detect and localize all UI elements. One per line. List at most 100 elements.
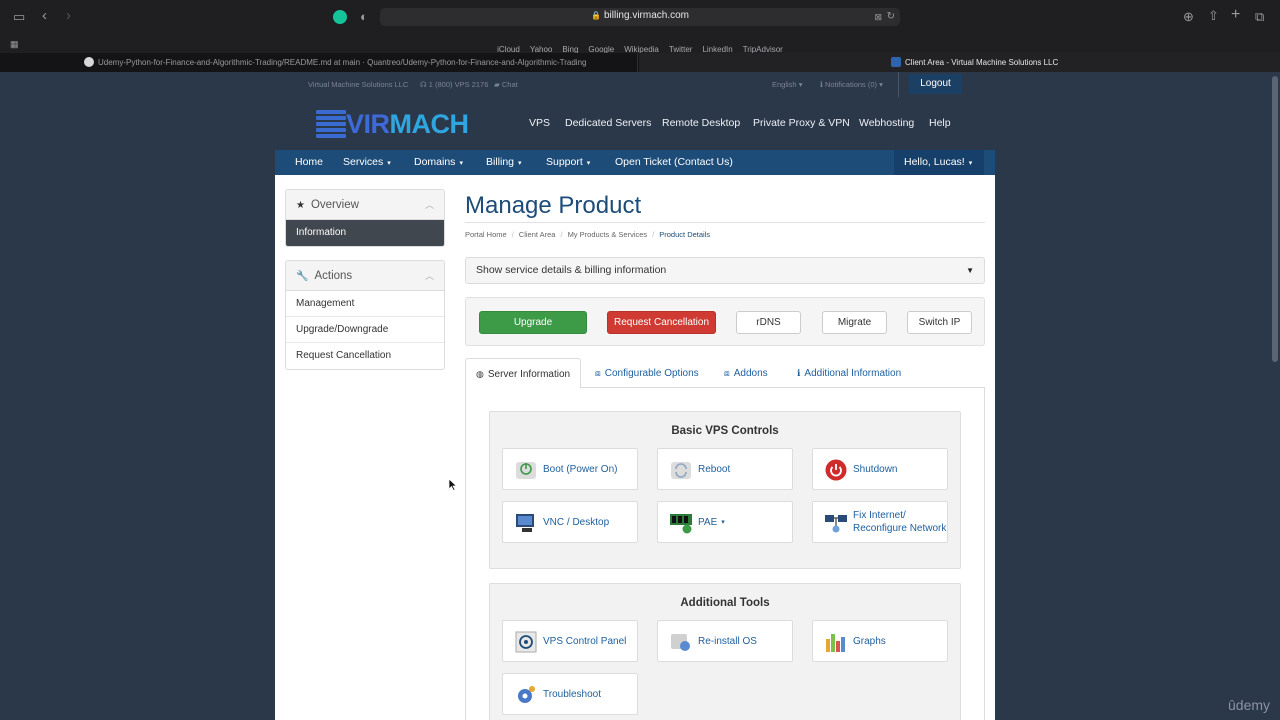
virmach-logo[interactable]: VIRMACH bbox=[316, 109, 469, 139]
panel-header[interactable]: ★ Overview ︿ bbox=[286, 190, 444, 220]
info-icon: ℹ bbox=[797, 368, 801, 378]
address-bar[interactable]: 🔒 billing.virmach.com ⊠ ↻ bbox=[380, 8, 900, 26]
reload-icon[interactable]: ↻ bbox=[887, 10, 895, 24]
sidebar-item-request-cancellation[interactable]: Request Cancellation bbox=[286, 343, 444, 369]
power-on-icon bbox=[516, 462, 536, 479]
mainnav-dedicated-servers[interactable]: Dedicated Servers bbox=[565, 117, 651, 129]
sidebar-item-management[interactable]: Management bbox=[286, 291, 444, 317]
new-tab-icon[interactable]: + bbox=[1231, 7, 1240, 23]
sidebar-item-upgrade-downgrade[interactable]: Upgrade/Downgrade bbox=[286, 317, 444, 343]
mainnav-webhosting[interactable]: Webhosting bbox=[859, 117, 914, 129]
service-details-toggle[interactable]: Show service details & billing informati… bbox=[465, 257, 985, 284]
nav-open-ticket[interactable]: Open Ticket (Contact Us) bbox=[615, 156, 733, 168]
chevron-up-icon: ︿ bbox=[424, 200, 434, 210]
browser-tab-virmach[interactable]: Client Area - Virtual Machine Solutions … bbox=[639, 53, 1280, 72]
page-title: Manage Product bbox=[465, 192, 642, 219]
troubleshoot-button[interactable]: Troubleshoot bbox=[502, 673, 638, 715]
breadcrumb-client-area[interactable]: Client Area bbox=[519, 230, 556, 239]
boot-button[interactable]: Boot (Power On) bbox=[502, 448, 638, 490]
logout-button[interactable]: Logout bbox=[909, 74, 962, 94]
share-icon[interactable]: ⇧ bbox=[1208, 9, 1219, 23]
nav-home[interactable]: Home bbox=[295, 156, 323, 168]
rdns-button[interactable]: rDNS bbox=[736, 311, 801, 334]
mainnav-remote-desktop[interactable]: Remote Desktop bbox=[662, 117, 740, 129]
nav-support[interactable]: Support ▾ bbox=[546, 156, 590, 168]
reinstall-disk-icon bbox=[671, 634, 690, 651]
logo-text-vir: VIR bbox=[346, 109, 390, 139]
nav-services[interactable]: Services ▾ bbox=[343, 156, 391, 168]
caret-down-icon: ▼ bbox=[966, 266, 974, 275]
reinstall-os-button[interactable]: Re-install OS bbox=[657, 620, 793, 662]
headset-icon: ☊ bbox=[420, 80, 429, 89]
page-scrollbar[interactable] bbox=[1272, 76, 1278, 362]
github-icon bbox=[84, 56, 94, 67]
udemy-watermark: ûdemy bbox=[1228, 697, 1271, 713]
wrench-icon: 🔧 bbox=[296, 271, 309, 282]
grammarly-icon[interactable] bbox=[333, 10, 347, 24]
fix-network-button[interactable]: Fix Internet/Reconfigure Network bbox=[812, 501, 948, 543]
tab-configurable-options[interactable]: ⧈ Configurable Options bbox=[595, 358, 699, 388]
product-tabs: ◍ Server Information ⧈ Configurable Option… bbox=[465, 358, 985, 389]
tab-additional-information[interactable]: ℹ Additional Information bbox=[797, 358, 901, 388]
mainnav-proxy-vpn[interactable]: Private Proxy & VPN bbox=[753, 117, 850, 129]
mainnav-help[interactable]: Help bbox=[929, 117, 951, 129]
breadcrumb-portal-home[interactable]: Portal Home bbox=[465, 230, 507, 239]
sidebar-toggle-icon[interactable]: ▭ bbox=[13, 10, 25, 24]
power-off-icon bbox=[825, 459, 847, 481]
client-navbar: Home Services ▾ Domains ▾ Billing ▾ Support… bbox=[275, 150, 995, 175]
sidebar-actions-panel: 🔧 Actions ︿ Management Upgrade/Downgrade R… bbox=[285, 260, 445, 370]
pae-dropdown[interactable]: PAE ▾ bbox=[657, 501, 793, 543]
mainnav-vps[interactable]: VPS bbox=[529, 117, 550, 129]
tab-server-information[interactable]: ◍ Server Information bbox=[465, 358, 582, 389]
tab-title: Udemy-Python-for-Finance-and-Algorithmic… bbox=[98, 58, 587, 67]
notifications-menu[interactable]: ℹ Notifications (0) ▾ bbox=[820, 80, 883, 89]
chevron-down-icon: ▾ bbox=[518, 160, 522, 167]
troubleshoot-gear-icon bbox=[518, 686, 535, 703]
browser-tab-github[interactable]: Udemy-Python-for-Finance-and-Algorithmic… bbox=[0, 53, 638, 72]
memory-chip-icon bbox=[670, 514, 692, 534]
translate-icon[interactable]: ⊠ bbox=[874, 10, 882, 24]
user-menu[interactable]: Hello, Lucas! ▾ bbox=[894, 150, 984, 175]
site-top-strip: Virtual Machine Solutions LLC ☊ 1 (800) … bbox=[0, 72, 1280, 97]
tab-addons[interactable]: ⧈ Addons bbox=[724, 358, 768, 388]
request-cancellation-button[interactable]: Request Cancellation bbox=[607, 311, 716, 334]
cubes-icon: ⧈ bbox=[724, 368, 730, 378]
action-buttons-well: Upgrade Request Cancellation rDNS Migrat… bbox=[465, 297, 985, 346]
nav-billing[interactable]: Billing ▾ bbox=[486, 156, 522, 168]
mouse-cursor-icon bbox=[449, 479, 457, 491]
nav-domains[interactable]: Domains ▾ bbox=[414, 156, 463, 168]
back-icon[interactable]: ‹ bbox=[42, 8, 47, 23]
logo-text-mach: MACH bbox=[389, 109, 470, 139]
shutdown-button[interactable]: Shutdown bbox=[812, 448, 948, 490]
control-panel-icon bbox=[515, 631, 537, 653]
switch-ip-button[interactable]: Switch IP bbox=[907, 311, 972, 334]
forward-icon[interactable]: › bbox=[66, 8, 71, 23]
bar-graph-icon bbox=[826, 634, 845, 652]
migrate-button[interactable]: Migrate bbox=[822, 311, 887, 334]
tab-title: Client Area - Virtual Machine Solutions … bbox=[905, 58, 1059, 67]
panel-header[interactable]: 🔧 Actions ︿ bbox=[286, 261, 444, 291]
language-select[interactable]: English ▾ bbox=[772, 80, 802, 89]
privacy-shield-icon[interactable]: ◐ bbox=[360, 10, 368, 24]
main-content: ★ Overview ︿ Information 🔧 Actions ︿ Managem… bbox=[275, 175, 995, 720]
vps-control-panel-button[interactable]: VPS Control Panel bbox=[502, 620, 638, 662]
section-title: Basic VPS Controls bbox=[671, 425, 779, 437]
chevron-down-icon: ▾ bbox=[968, 160, 973, 167]
download-icon[interactable]: ⊕ bbox=[1183, 10, 1194, 24]
user-greeting: Hello, Lucas! bbox=[904, 156, 965, 168]
browser-toolbar: ▭ ‹ › ◐ 🔒 billing.virmach.com ⊠ ↻ ⊕ ⇧ + ⧉ bbox=[0, 0, 1280, 34]
sidebar-item-information[interactable]: Information bbox=[286, 220, 444, 246]
chat-link[interactable]: ▰ Chat bbox=[494, 80, 518, 89]
url-text: billing.virmach.com bbox=[603, 10, 689, 21]
breadcrumb-products[interactable]: My Products & Services bbox=[568, 230, 648, 239]
basic-vps-controls-box: Basic VPS Controls Boot (Power On) Reboo… bbox=[489, 411, 961, 569]
phone-link[interactable]: ☊ 1 (800) VPS 2176 bbox=[420, 80, 488, 89]
upgrade-button[interactable]: Upgrade bbox=[479, 311, 587, 334]
network-icon bbox=[825, 515, 847, 533]
additional-tools-box: Additional Tools VPS Control Panel Re-in… bbox=[489, 583, 961, 720]
section-title: Additional Tools bbox=[680, 597, 770, 609]
tab-overview-icon[interactable]: ⧉ bbox=[1255, 10, 1264, 24]
vnc-desktop-button[interactable]: VNC / Desktop bbox=[502, 501, 638, 543]
reboot-button[interactable]: Reboot bbox=[657, 448, 793, 490]
graphs-button[interactable]: Graphs bbox=[812, 620, 948, 662]
